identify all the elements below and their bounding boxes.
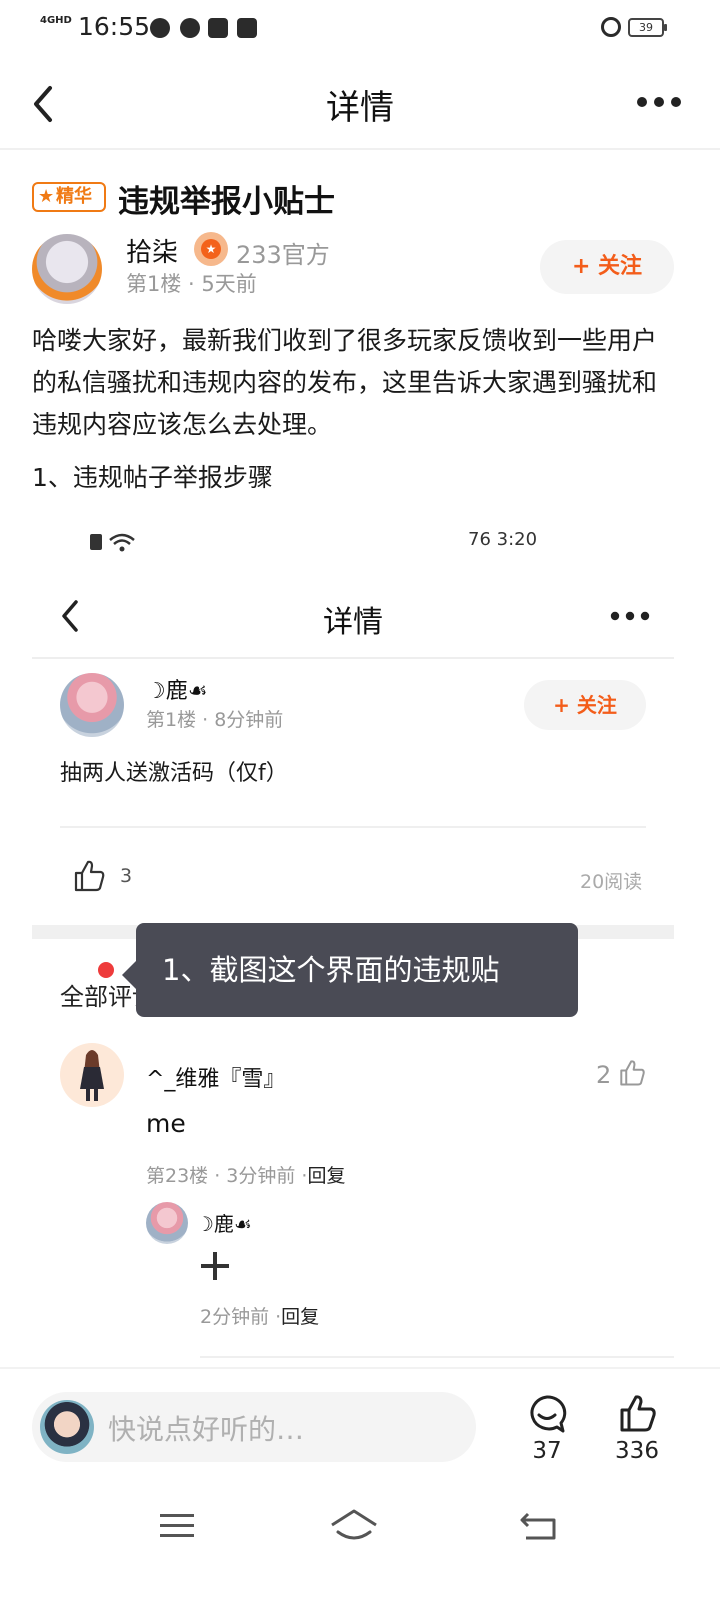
embedded-meta: 第1楼 · 8分钟前: [146, 709, 284, 731]
user-avatar: [40, 1400, 94, 1454]
divider: [60, 826, 646, 828]
alarm-icon: [601, 17, 621, 37]
commenter-avatar: [60, 1043, 124, 1107]
avatar: [60, 673, 124, 737]
author-name[interactable]: 拾柒: [126, 232, 178, 269]
reply-link: 回复: [281, 1306, 320, 1328]
sim-wifi-icon: [90, 533, 135, 552]
divider: [0, 148, 720, 150]
comment-text: me: [146, 1109, 186, 1138]
divider: [32, 657, 674, 659]
post-step: 1、违规帖子举报步骤: [32, 463, 273, 492]
embedded-reads: 20阅读: [580, 871, 643, 893]
status-bar: 4GHD 16:55 39: [0, 0, 720, 56]
comment-meta-text: 第23楼 · 3分钟前 ·: [146, 1165, 308, 1187]
star-icon: ★: [38, 186, 55, 207]
battery-icon: 39: [628, 18, 664, 37]
back-icon[interactable]: [26, 84, 66, 124]
official-star-icon: ★: [201, 239, 221, 259]
notification-icon: [180, 18, 200, 38]
embedded-status: 76 3:20: [468, 529, 538, 550]
more-icon[interactable]: [636, 96, 682, 108]
comment-like-count: 2: [596, 1061, 612, 1089]
tooltip-arrow: [122, 961, 136, 989]
reply-meta: 2分钟前 ·回复: [200, 1302, 319, 1329]
like-icon[interactable]: [617, 1394, 657, 1434]
comment-count: 37: [532, 1438, 562, 1464]
network-indicator: 4GHD: [40, 15, 72, 26]
post-meta: 第1楼 · 5天前: [126, 272, 257, 296]
reply-link: 回复: [307, 1165, 346, 1187]
status-time: 16:55: [78, 12, 151, 41]
home-icon[interactable]: [330, 1508, 378, 1544]
page-title: 详情: [326, 88, 394, 128]
comment-input-placeholder[interactable]: 快说点好听的…: [108, 1408, 304, 1448]
more-icon: [610, 611, 650, 621]
reply-name: ☽鹿☙: [196, 1212, 252, 1236]
like-count: 336: [615, 1438, 659, 1464]
author-avatar[interactable]: [32, 234, 102, 304]
embedded-author: ☽鹿☙: [146, 679, 208, 704]
post-body: 哈喽大家好，最新我们收到了很多玩家反馈收到一些用户的私信骚扰和违规内容的发布，这…: [32, 326, 658, 439]
divider: [0, 1367, 720, 1369]
reply-meta-text: 2分钟前 ·: [200, 1306, 282, 1328]
red-dot-marker: [98, 962, 114, 978]
commenter-name: ^_维雅『雪』: [146, 1067, 286, 1092]
post-title: 违规举报小贴士: [118, 184, 335, 220]
comment-meta: 第23楼 · 3分钟前 ·回复: [146, 1161, 345, 1188]
plus-icon: [201, 1252, 229, 1280]
notification-icon: [208, 18, 228, 38]
notification-icon: [237, 18, 257, 38]
like-icon: [620, 1060, 645, 1086]
author-tag: 233官方: [236, 241, 330, 269]
notification-icon: [150, 18, 170, 38]
embedded-screenshot: 76 3:20 详情 ☽鹿☙ 第1楼 · 8分钟前 + 关注 抽两人送激活码（仅…: [32, 505, 674, 1365]
embedded-follow-button: + 关注: [524, 680, 646, 730]
menu-icon[interactable]: [160, 1512, 194, 1540]
embedded-content: 抽两人送激活码（仅f）: [60, 761, 288, 786]
back-nav-icon[interactable]: [520, 1510, 556, 1542]
reply-avatar: [146, 1202, 188, 1244]
follow-button[interactable]: + 关注: [540, 240, 674, 294]
embedded-like-count: 3: [120, 865, 133, 887]
divider: [200, 1356, 674, 1358]
battery-tip: [664, 24, 667, 31]
tooltip: 1、截图这个界面的违规贴: [136, 923, 578, 1017]
embedded-title: 详情: [323, 605, 383, 640]
like-icon: [74, 860, 105, 892]
comment-icon[interactable]: [527, 1394, 567, 1434]
